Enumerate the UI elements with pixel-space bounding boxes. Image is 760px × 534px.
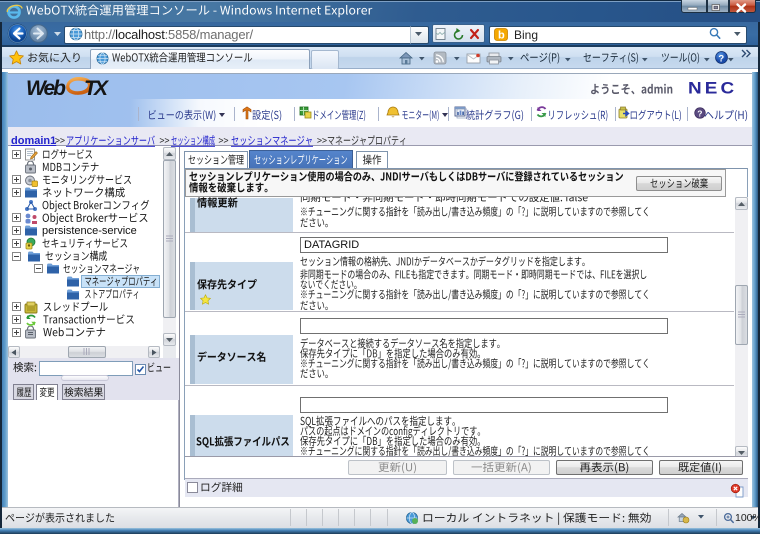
svg-text:Web: Web [26, 77, 66, 100]
svg-text:?: ? [718, 53, 724, 64]
svg-text:b: b [498, 30, 505, 42]
svg-text:?: ? [697, 108, 702, 118]
svg-text:TX: TX [84, 77, 110, 100]
